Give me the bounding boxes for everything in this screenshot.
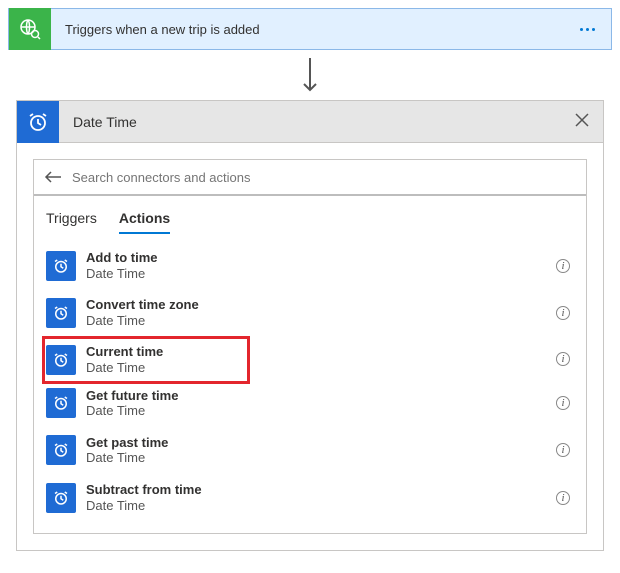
clock-icon <box>17 101 59 143</box>
inner-panel: Triggers Actions Add to time Date Time i <box>33 159 587 534</box>
list-item-sub: Date Time <box>86 403 556 419</box>
clock-icon <box>46 251 76 281</box>
list-item-text: Get past time Date Time <box>86 435 556 466</box>
close-icon[interactable] <box>561 113 603 130</box>
list-item-sub: Date Time <box>86 498 556 514</box>
search-input[interactable] <box>72 170 576 185</box>
list-item-highlighted[interactable]: Current time Date Time <box>42 336 250 383</box>
list-item[interactable]: Get past time Date Time i <box>42 427 578 474</box>
more-icon[interactable] <box>564 28 611 31</box>
list-item-text: Current time Date Time <box>86 344 246 375</box>
clock-icon <box>46 388 76 418</box>
action-panel: Date Time Triggers Actions <box>16 100 604 551</box>
list-item-text: Add to time Date Time <box>86 250 556 281</box>
trigger-card[interactable]: Triggers when a new trip is added <box>8 8 612 50</box>
list-item-sub: Date Time <box>86 313 556 329</box>
info-icon[interactable]: i <box>556 259 570 273</box>
list-item-title: Add to time <box>86 250 556 266</box>
clock-icon <box>46 298 76 328</box>
arrow-down-icon <box>8 50 612 100</box>
list-item-title: Current time <box>86 344 246 360</box>
list-item-text: Subtract from time Date Time <box>86 482 556 513</box>
clock-icon <box>46 345 76 375</box>
trigger-title: Triggers when a new trip is added <box>51 22 564 37</box>
info-icon[interactable]: i <box>556 352 570 366</box>
action-list: Add to time Date Time i Convert time zon… <box>34 234 586 533</box>
search-row <box>34 160 586 196</box>
back-arrow-icon[interactable] <box>44 170 62 184</box>
info-icon[interactable]: i <box>556 491 570 505</box>
list-item[interactable]: Convert time zone Date Time i <box>42 289 578 336</box>
panel-title: Date Time <box>59 114 561 130</box>
list-item-title: Subtract from time <box>86 482 556 498</box>
list-item-title: Get past time <box>86 435 556 451</box>
info-icon[interactable]: i <box>556 443 570 457</box>
clock-icon <box>46 483 76 513</box>
list-item[interactable]: Subtract from time Date Time i <box>42 474 578 521</box>
tab-triggers[interactable]: Triggers <box>46 210 97 234</box>
tabs: Triggers Actions <box>34 196 586 234</box>
list-item-title: Convert time zone <box>86 297 556 313</box>
list-item-sub: Date Time <box>86 360 246 376</box>
list-item-title: Get future time <box>86 388 556 404</box>
panel-header: Date Time <box>17 101 603 143</box>
info-icon[interactable]: i <box>556 396 570 410</box>
list-item-sub: Date Time <box>86 450 556 466</box>
list-item-text: Get future time Date Time <box>86 388 556 419</box>
clock-icon <box>46 435 76 465</box>
list-item-text: Convert time zone Date Time <box>86 297 556 328</box>
list-item-sub: Date Time <box>86 266 556 282</box>
list-item[interactable]: Get future time Date Time i <box>42 380 578 427</box>
globe-search-icon <box>9 8 51 50</box>
list-item[interactable]: Add to time Date Time i <box>42 242 578 289</box>
info-icon[interactable]: i <box>556 306 570 320</box>
tab-actions[interactable]: Actions <box>119 210 170 234</box>
